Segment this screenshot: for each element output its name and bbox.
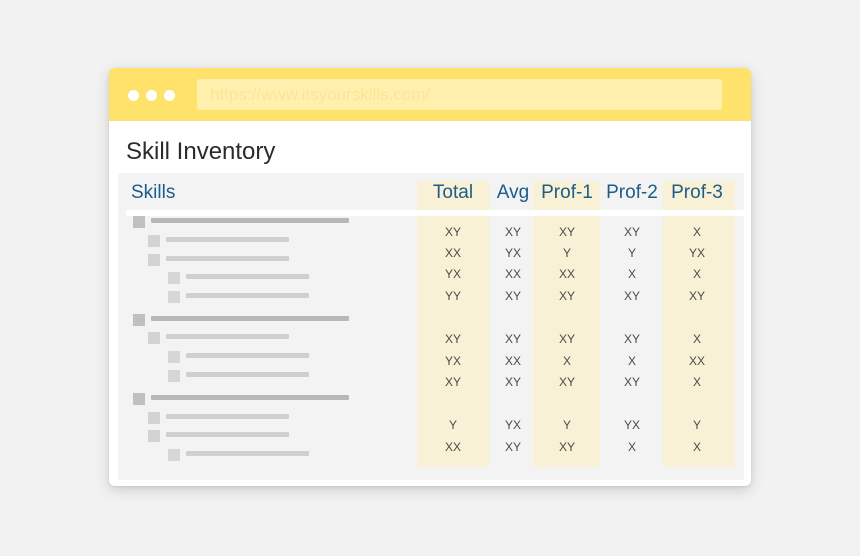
table-cell: X — [692, 332, 702, 346]
skill-name-placeholder — [186, 293, 309, 298]
table-cell: XY — [623, 289, 641, 303]
tree-node-icon[interactable] — [133, 216, 145, 228]
table-cell: YY — [444, 289, 462, 303]
table-cell: XY — [444, 225, 462, 239]
tree-node-icon[interactable] — [133, 314, 145, 326]
tree-node-icon[interactable] — [148, 254, 160, 266]
table-cell: XY — [623, 332, 641, 346]
skill-name-placeholder — [151, 395, 349, 400]
tree-node-icon[interactable] — [168, 351, 180, 363]
table-cell: XY — [504, 289, 522, 303]
header-separator — [126, 210, 744, 216]
table-cell: Y — [692, 418, 702, 432]
table-cell: XY — [504, 225, 522, 239]
table-cell: X — [692, 440, 702, 454]
table-cell: X — [692, 225, 702, 239]
table-cell: YX — [444, 267, 462, 281]
page-title: Skill Inventory — [126, 138, 276, 165]
window-dot-icon[interactable] — [128, 90, 139, 101]
column-header-prof-1[interactable]: Prof-1 — [541, 182, 593, 204]
table-cell: X — [562, 354, 572, 368]
browser-window: https://www.itsyourskills.com/ Skill Inv… — [109, 68, 751, 486]
table-cell: XX — [444, 440, 462, 454]
browser-titlebar: https://www.itsyourskills.com/ — [109, 68, 751, 121]
table-cell: XY — [558, 289, 576, 303]
skill-name-placeholder — [166, 432, 289, 437]
table-cell: X — [627, 267, 637, 281]
table-cell: XY — [558, 225, 576, 239]
tree-node-icon[interactable] — [148, 332, 160, 344]
skill-name-placeholder — [186, 451, 309, 456]
table-cell: XY — [623, 225, 641, 239]
column-header-prof-2[interactable]: Prof-2 — [606, 182, 658, 204]
table-cell: XY — [623, 375, 641, 389]
skill-name-placeholder — [151, 218, 349, 223]
skill-name-placeholder — [186, 353, 309, 358]
column-header-prof-3[interactable]: Prof-3 — [671, 182, 723, 204]
window-dot-icon[interactable] — [146, 90, 157, 101]
table-cell: YX — [504, 246, 522, 260]
table-cell: X — [692, 375, 702, 389]
address-bar[interactable]: https://www.itsyourskills.com/ — [197, 79, 722, 110]
table-cell: Y — [627, 246, 637, 260]
table-cell: XY — [504, 332, 522, 346]
skill-name-placeholder — [166, 256, 289, 261]
tree-node-icon[interactable] — [148, 235, 160, 247]
tree-node-icon[interactable] — [168, 272, 180, 284]
table-cell: X — [627, 440, 637, 454]
table-cell: XX — [688, 354, 706, 368]
table-cell: XY — [688, 289, 706, 303]
window-dot-icon[interactable] — [164, 90, 175, 101]
skill-name-placeholder — [151, 316, 349, 321]
table-cell: YX — [623, 418, 641, 432]
table-cell: YX — [688, 246, 706, 260]
skill-name-placeholder — [166, 237, 289, 242]
skill-name-placeholder — [166, 414, 289, 419]
table-cell: XY — [504, 375, 522, 389]
tree-node-icon[interactable] — [168, 449, 180, 461]
tree-node-icon[interactable] — [148, 430, 160, 442]
skill-name-placeholder — [166, 334, 289, 339]
skill-name-placeholder — [186, 274, 309, 279]
table-cell: X — [692, 267, 702, 281]
tree-node-icon[interactable] — [168, 291, 180, 303]
table-cell: YX — [444, 354, 462, 368]
skill-name-placeholder — [186, 372, 309, 377]
table-cell: X — [627, 354, 637, 368]
skills-column-header[interactable]: Skills — [131, 182, 175, 204]
table-cell: XY — [504, 440, 522, 454]
table-cell: XY — [444, 375, 462, 389]
table-cell: XX — [444, 246, 462, 260]
table-cell: Y — [562, 246, 572, 260]
column-header-avg[interactable]: Avg — [497, 182, 529, 204]
tree-node-icon[interactable] — [133, 393, 145, 405]
table-cell: Y — [448, 418, 458, 432]
table-cell: XX — [504, 267, 522, 281]
table-cell: XX — [504, 354, 522, 368]
table-cell: Y — [562, 418, 572, 432]
table-cell: XX — [558, 267, 576, 281]
table-cell: XY — [558, 375, 576, 389]
table-cell: YX — [504, 418, 522, 432]
tree-node-icon[interactable] — [148, 412, 160, 424]
column-header-total[interactable]: Total — [433, 182, 473, 204]
skills-table: Skills Total Avg Prof-1 Prof-2 Prof-3 XY XY XY… — [118, 173, 744, 480]
tree-node-icon[interactable] — [168, 370, 180, 382]
table-cell: XY — [558, 332, 576, 346]
table-cell: XY — [444, 332, 462, 346]
table-cell: XY — [558, 440, 576, 454]
